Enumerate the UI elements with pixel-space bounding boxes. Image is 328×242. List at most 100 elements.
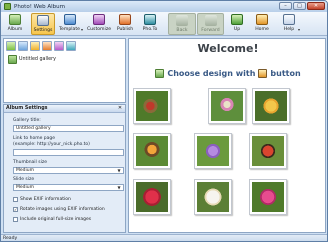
photo-thumbnail[interactable]	[249, 179, 287, 215]
link-example-text: (example: http://your_nick.pho.to)	[13, 142, 90, 147]
photo-thumbnail[interactable]	[194, 179, 232, 215]
gallery-icon	[8, 55, 17, 64]
customize-icon	[93, 14, 105, 25]
forward-label: Forward	[201, 28, 220, 33]
rotate-exif-label: Rotate images using EXIF information	[20, 207, 105, 212]
back-arrow-icon	[176, 15, 188, 26]
design-preview-area: Welcome! Choose design with button	[128, 38, 326, 233]
help-dropdown-arrow-icon[interactable]: ▾	[298, 27, 300, 32]
publish-button[interactable]: Publish	[114, 13, 136, 35]
window-controls: – □ ✕	[279, 2, 325, 10]
checkbox-box	[13, 197, 18, 202]
app-window: Photo! Web Album – □ ✕ Album Settings Te…	[0, 0, 328, 242]
home-button[interactable]: Home	[252, 13, 272, 35]
show-exif-label: Show EXIF information	[20, 197, 71, 202]
gallery-title-input[interactable]: Untitled gallery	[13, 125, 124, 132]
thumbnail-size-label: Thumbnail size	[13, 160, 47, 165]
settings-button[interactable]: Settings	[31, 13, 55, 35]
photo-thumbnail[interactable]	[208, 88, 246, 124]
status-text: Ready	[3, 236, 18, 241]
album-settings-title: Album Settings	[6, 106, 48, 111]
flower-photo	[136, 182, 168, 212]
close-button[interactable]: ✕	[307, 2, 325, 10]
home-label: Home	[255, 27, 269, 32]
maximize-button[interactable]: □	[293, 2, 306, 10]
photo-thumbnail[interactable]	[252, 88, 290, 124]
add-photos-icon[interactable]	[6, 41, 16, 51]
app-logo-icon	[4, 3, 11, 10]
choose-prefix-text: Choose design with	[167, 69, 256, 78]
edit-icon[interactable]	[42, 41, 52, 51]
customize-button[interactable]: Customize	[86, 13, 112, 35]
thumbnail-size-select[interactable]: Medium ▼	[13, 167, 124, 174]
add-gallery-icon[interactable]	[30, 41, 40, 51]
flower-photo	[197, 182, 229, 212]
template-icon	[63, 14, 76, 25]
album-settings-header: Album Settings ✕	[4, 105, 125, 113]
back-button[interactable]: Back	[168, 13, 196, 35]
up-arrow-icon	[231, 14, 243, 25]
album-label: Album	[7, 27, 23, 32]
include-originals-label: Include original full-size images	[20, 217, 92, 222]
rotate-icon[interactable]	[54, 41, 64, 51]
photo-label: Pho.To	[142, 27, 158, 32]
gallery-icon	[155, 69, 165, 78]
chevron-down-icon: ▼	[117, 168, 121, 173]
gallery-tree-label: Untitled gallery	[19, 57, 56, 62]
photo-thumbnail[interactable]	[133, 179, 171, 215]
publish-icon	[119, 14, 131, 25]
home-icon	[256, 14, 268, 25]
settings-icon	[37, 15, 49, 26]
butterfly-photo	[136, 91, 168, 121]
customize-label: Customize	[86, 27, 112, 32]
link-home-label: Link to home page	[13, 136, 56, 141]
thumbnail-size-value: Medium	[16, 168, 34, 173]
gallery-tree-item[interactable]: Untitled gallery	[8, 55, 56, 64]
butterfly-photo	[136, 136, 168, 166]
help-label: Help	[283, 27, 295, 32]
welcome-heading: Welcome!	[197, 42, 259, 55]
close-icon[interactable]: ✕	[117, 105, 123, 112]
include-originals-checkbox[interactable]: Include original full-size images	[13, 217, 91, 222]
butterfly-photo	[252, 136, 284, 166]
photo-thumbnail[interactable]	[194, 133, 232, 169]
template-dropdown-arrow-icon[interactable]: ▾	[81, 27, 83, 32]
photo-icon	[144, 14, 156, 25]
forward-button[interactable]: Forward	[197, 13, 224, 35]
photo-thumbnail[interactable]	[133, 133, 171, 169]
settings-label: Settings	[33, 28, 53, 33]
link-home-input[interactable]	[13, 149, 124, 156]
title-bar: Photo! Web Album – □ ✕	[1, 1, 327, 12]
show-exif-checkbox[interactable]: Show EXIF information	[13, 197, 71, 202]
template-button[interactable]: Template	[57, 13, 82, 35]
rotate-exif-checkbox[interactable]: ✓ Rotate images using EXIF information	[13, 207, 105, 212]
slide-size-label: Slide size	[13, 177, 35, 182]
remove-icon[interactable]	[66, 41, 76, 51]
template-icon	[258, 69, 268, 78]
album-button[interactable]: Album	[4, 13, 26, 35]
photo-thumbnail[interactable]	[249, 133, 287, 169]
window-title: Photo! Web Album	[14, 3, 66, 10]
help-icon	[283, 14, 295, 25]
choose-design-hint: Choose design with button	[129, 69, 327, 78]
add-folder-icon[interactable]	[18, 41, 28, 51]
up-button[interactable]: Up	[228, 13, 246, 35]
checkbox-box	[13, 217, 18, 222]
up-label: Up	[233, 27, 241, 32]
minimize-button[interactable]: –	[279, 2, 292, 10]
back-label: Back	[176, 28, 188, 33]
tray-toolbar	[6, 41, 76, 51]
forward-arrow-icon	[204, 15, 217, 26]
left-sidebar: Untitled gallery Album Settings ✕ Galler…	[3, 38, 126, 233]
photo-button[interactable]: Pho.To	[139, 13, 161, 35]
slide-size-select[interactable]: Medium ▼	[13, 184, 124, 191]
template-label: Template	[59, 27, 80, 32]
help-button[interactable]: Help	[279, 13, 299, 35]
flower-photo	[252, 182, 284, 212]
photo-thumbnail[interactable]	[133, 88, 171, 124]
flower-photo	[197, 136, 229, 166]
main-toolbar: Album Settings Template ▾ Customize Publ…	[1, 12, 327, 36]
status-bar: Ready	[1, 234, 327, 241]
gallery-title-label: Gallery title:	[13, 118, 41, 123]
album-icon	[9, 14, 21, 25]
